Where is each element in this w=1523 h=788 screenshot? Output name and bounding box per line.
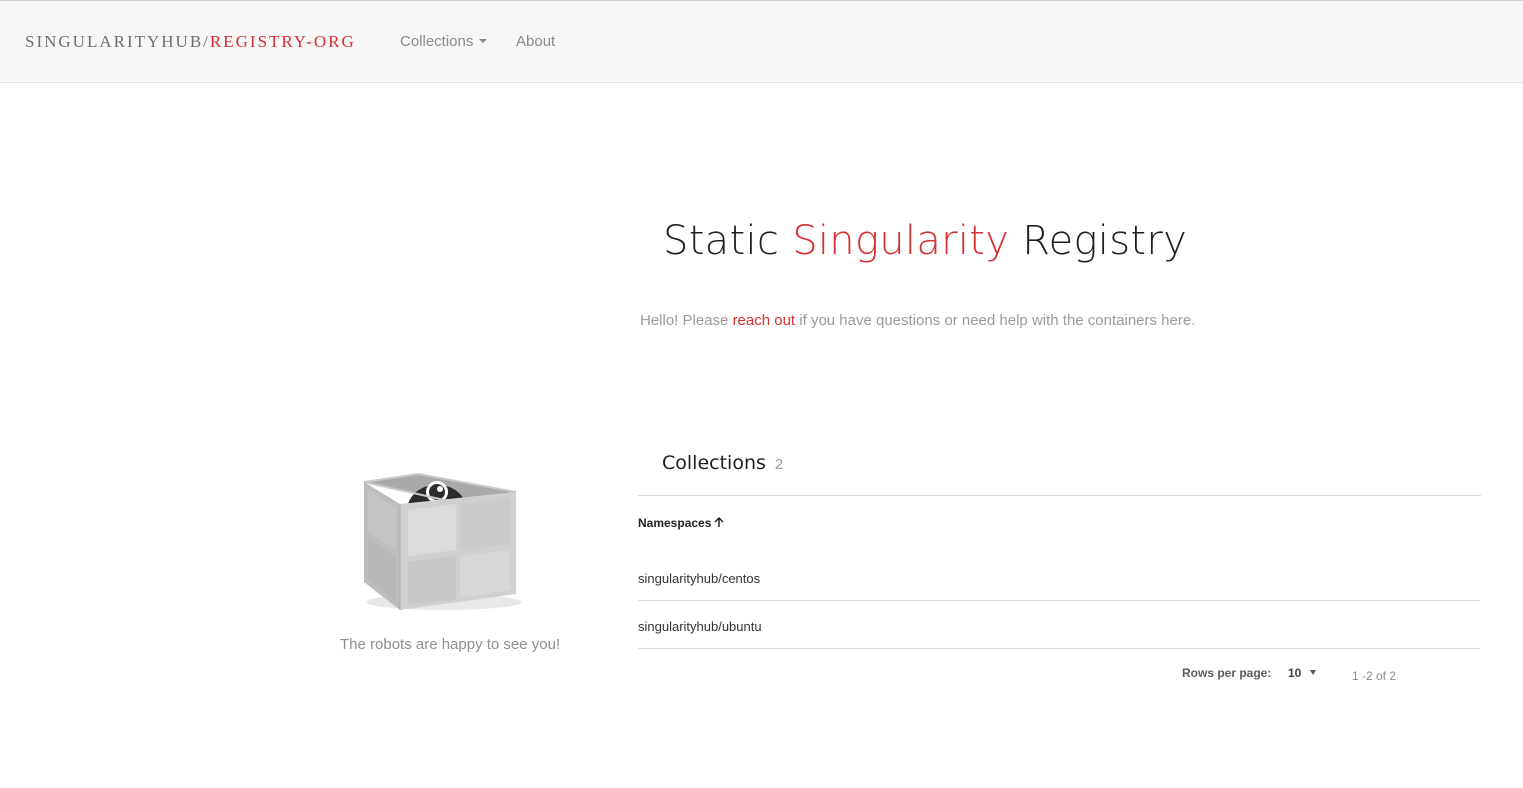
brand-suffix: REGISTRY-ORG — [209, 32, 356, 51]
chevron-down-icon — [479, 39, 488, 44]
brand-slash: / — [203, 32, 210, 51]
intro-text: Hello! Please reach out if you have ques… — [640, 312, 1195, 329]
rows-per-page-value: 10 — [1288, 666, 1302, 680]
reach-out-link[interactable]: reach out — [733, 312, 796, 329]
navbar: SINGULARITYHUB/REGISTRY-ORG Collections … — [0, 1, 1523, 83]
namespaces-header-label: Namespaces — [638, 516, 712, 530]
robot-box-illustration — [356, 470, 526, 620]
nav-about-link[interactable]: About — [516, 33, 555, 50]
collections-heading-label: Collections — [662, 452, 766, 474]
brand-prefix: SINGULARITYHUB — [25, 32, 204, 51]
nav-collections-dropdown[interactable]: Collections — [400, 33, 488, 50]
table-row[interactable]: singularityhub/ubuntu — [638, 600, 1480, 649]
nav-collections-label: Collections — [400, 33, 474, 50]
page-title: Static Singularity Registry — [663, 218, 1187, 264]
collections-heading: Collections 2 — [662, 452, 783, 474]
title-part-1: Static — [663, 218, 793, 264]
title-accent: Singularity — [792, 218, 1010, 264]
brand-link[interactable]: SINGULARITYHUB/REGISTRY-ORG — [25, 32, 356, 52]
namespace-cell: singularityhub/ubuntu — [638, 619, 762, 634]
dropdown-triangle-icon — [1310, 670, 1317, 676]
namespace-cell: singularityhub/centos — [638, 571, 761, 586]
intro-before: Hello! Please — [640, 312, 733, 329]
rows-per-page-label: Rows per page: — [1182, 666, 1272, 680]
pagination-range: 1 -2 of 2 — [1352, 669, 1397, 683]
collections-divider — [638, 495, 1481, 496]
rows-per-page-select[interactable]: 10 — [1288, 666, 1317, 680]
title-part-2: Registry — [1009, 218, 1188, 264]
collections-count-badge: 2 — [774, 456, 784, 473]
namespaces-column-header[interactable]: Namespaces — [638, 516, 724, 531]
arrow-up-icon — [714, 516, 724, 531]
robot-caption: The robots are happy to see you! — [340, 636, 561, 653]
table-row[interactable]: singularityhub/centos — [638, 552, 1480, 601]
intro-after: if you have questions or need help with … — [795, 312, 1196, 329]
